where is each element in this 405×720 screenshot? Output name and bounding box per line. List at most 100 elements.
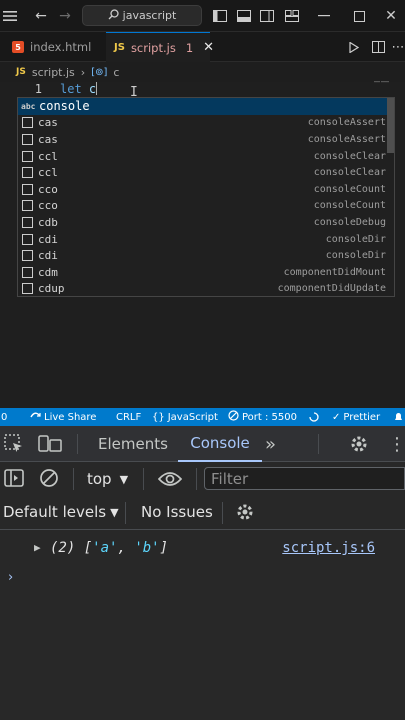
issues-indicator[interactable]: No Issues — [141, 501, 213, 523]
snippet-icon — [22, 183, 33, 195]
minimize-icon[interactable] — [314, 6, 334, 26]
layout-panel-icon[interactable] — [234, 6, 254, 26]
tab-console-label: Console — [190, 434, 250, 452]
suggestion-label: cdi — [38, 232, 58, 246]
suggestion-item[interactable]: cdi consoleDir — [18, 231, 388, 248]
snippet-icon — [22, 133, 33, 145]
suggestion-detail: consoleDebug — [313, 216, 386, 228]
maximize-icon[interactable] — [349, 6, 369, 26]
eol-status[interactable]: CRLF — [116, 410, 141, 424]
device-toolbar-icon[interactable] — [38, 433, 62, 455]
snippet-icon — [22, 167, 33, 179]
console-output[interactable]: ▶ (2) ['a', 'b'] script.js:6 › — [0, 530, 405, 720]
suggestion-item[interactable]: cas consoleAssert — [18, 131, 388, 148]
array-length: (2) — [50, 540, 76, 556]
dropdown-arrow-icon: ▼ — [119, 472, 129, 486]
breadcrumb-symbol[interactable]: c — [113, 66, 119, 79]
filter-placeholder: Filter — [211, 469, 249, 488]
clear-console-icon[interactable] — [38, 467, 60, 489]
double-check-icon: ✓ — [332, 411, 341, 423]
source-link[interactable]: script.js:6 — [282, 540, 375, 556]
suggestion-item[interactable]: cco consoleCount — [18, 181, 388, 198]
suggestion-item[interactable]: cdm componentDidMount — [18, 264, 388, 281]
notifications-icon[interactable] — [394, 410, 403, 424]
settings-gear-icon[interactable] — [348, 433, 370, 455]
problems-status[interactable]: 0 — [1, 410, 7, 424]
tab-console[interactable]: Console — [178, 426, 262, 462]
inspect-element-icon[interactable] — [3, 433, 25, 455]
suggestion-label: cas — [38, 132, 58, 146]
tab-label: script.js — [130, 40, 176, 55]
suggestion-label: cdi — [38, 249, 58, 263]
dropdown-arrow-icon: ▼ — [110, 505, 119, 519]
suggestion-item[interactable]: ccl consoleClear — [18, 148, 388, 165]
prettier-status[interactable]: ✓ Prettier — [332, 410, 380, 424]
divider — [125, 502, 126, 524]
suggestion-item[interactable]: cdi consoleDir — [18, 247, 388, 264]
close-window-icon[interactable]: ✕ — [381, 6, 401, 26]
console-log-entry[interactable]: ▶ (2) ['a', 'b'] script.js:6 — [0, 538, 405, 560]
suggestion-detail: componentDidUpdate — [277, 283, 386, 295]
split-editor-icon[interactable] — [369, 38, 387, 56]
suggestion-label: cdm — [38, 265, 58, 279]
context-selector[interactable]: top ▼ — [87, 468, 128, 490]
run-icon[interactable] — [345, 38, 363, 56]
log-levels-dropdown[interactable]: Default levels ▼ — [3, 501, 119, 523]
more-actions-icon[interactable]: ⋯ — [389, 38, 405, 56]
suggestion-item[interactable]: cdup componentDidUpdate — [18, 281, 388, 296]
tab-index-html[interactable]: 5 index.html — [4, 32, 104, 62]
suggestion-label: cdup — [38, 282, 65, 296]
minimap[interactable] — [372, 78, 392, 88]
customize-layout-icon[interactable] — [282, 6, 302, 26]
console-settings-gear-icon[interactable] — [234, 501, 256, 523]
breadcrumb-file[interactable]: script.js — [32, 66, 75, 79]
divider — [196, 468, 197, 490]
menu-icon[interactable] — [0, 6, 20, 26]
code-line[interactable]: let c — [60, 82, 98, 98]
divider — [222, 502, 223, 524]
tab-elements[interactable]: Elements — [98, 426, 168, 462]
layout-sidebar-icon[interactable] — [210, 6, 230, 26]
forward-arrow-icon[interactable]: → — [55, 6, 75, 26]
snippet-icon — [22, 200, 33, 212]
back-arrow-icon[interactable]: ← — [31, 6, 51, 26]
search-text: javascript — [122, 9, 177, 22]
array-close-bracket: ] — [159, 540, 169, 556]
snippet-icon — [22, 283, 33, 295]
suggestion-detail: consoleAssert — [307, 133, 386, 145]
suggestion-item[interactable]: cas consoleAssert — [18, 115, 388, 132]
eol-label: CRLF — [116, 411, 142, 423]
array-open-bracket: [ — [83, 540, 93, 556]
suggestion-label: console — [39, 99, 90, 114]
suggestion-scrollbar[interactable] — [387, 98, 394, 153]
divider — [143, 468, 144, 490]
array-item: 'b' — [134, 540, 160, 556]
suggestion-item-selected[interactable]: abc console — [18, 98, 388, 115]
more-options-icon[interactable]: ⋮ — [388, 433, 405, 455]
live-share-status[interactable]: Live Share — [30, 410, 96, 424]
error-count: 0 — [1, 411, 8, 423]
console-prompt[interactable]: › — [8, 570, 13, 585]
layout-secondary-sidebar-icon[interactable] — [257, 6, 277, 26]
suggestion-item[interactable]: ccl consoleClear — [18, 164, 388, 181]
expand-triangle-icon[interactable]: ▶ — [34, 541, 41, 554]
suggestion-list[interactable]: abc console cas consoleAssert cas consoleAsse… — [17, 97, 395, 297]
suggestion-item[interactable]: cco consoleCount — [18, 198, 388, 215]
prettier-label: Prettier — [343, 411, 381, 423]
suggestion-label: ccl — [38, 149, 58, 163]
show-sidebar-icon[interactable] — [3, 467, 25, 489]
snippet-icon — [22, 233, 33, 245]
filter-input[interactable]: Filter — [204, 467, 405, 490]
port-label: Port : 5500 — [242, 411, 297, 423]
command-center-search[interactable]: javascript — [82, 5, 202, 26]
context-label: top — [87, 470, 112, 488]
tab-elements-label: Elements — [98, 435, 168, 453]
more-tabs-icon[interactable]: » — [265, 426, 276, 462]
close-tab-icon[interactable]: ✕ — [203, 40, 214, 55]
text-cursor — [96, 82, 98, 95]
live-expression-eye-icon[interactable] — [157, 468, 183, 490]
port-status[interactable]: Port : 5500 — [228, 410, 297, 424]
tab-script-js[interactable]: JS script.js 1 ✕ — [106, 32, 214, 62]
suggestion-item[interactable]: cdb consoleDebug — [18, 214, 388, 231]
language-status[interactable]: {} JavaScript — [152, 410, 218, 424]
